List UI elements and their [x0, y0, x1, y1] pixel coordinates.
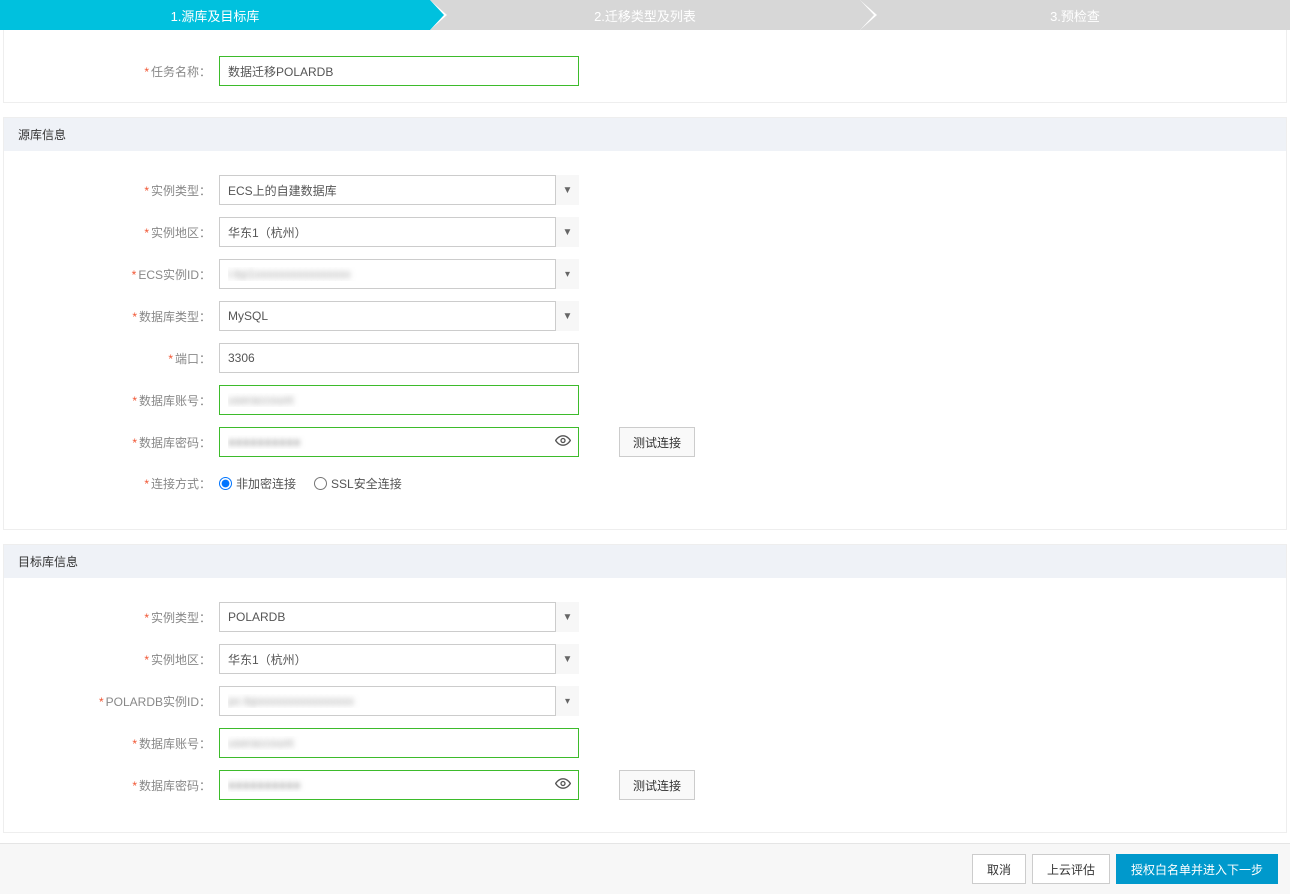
source-region-label: *实例地区： — [4, 224, 219, 241]
step-3[interactable]: 3.预检查 — [860, 0, 1290, 30]
target-polardb-id-label: *POLARDB实例ID： — [4, 693, 219, 710]
source-section-header: 源库信息 — [3, 117, 1287, 151]
target-test-connection-button[interactable]: 测试连接 — [619, 770, 695, 800]
target-polardb-id-select[interactable] — [219, 686, 579, 716]
source-password-label: *数据库密码： — [4, 434, 219, 451]
conn-mode-ssl-radio[interactable] — [314, 477, 327, 490]
source-instance-type-label: *实例类型： — [4, 182, 219, 199]
source-port-label: *端口： — [4, 350, 219, 367]
step-1[interactable]: 1.源库及目标库 — [0, 0, 430, 30]
source-password-input[interactable] — [219, 427, 579, 457]
target-account-label: *数据库账号： — [4, 735, 219, 752]
source-region-select[interactable] — [219, 217, 579, 247]
target-region-label: *实例地区： — [4, 651, 219, 668]
target-section-header: 目标库信息 — [3, 544, 1287, 578]
conn-mode-ssl[interactable]: SSL安全连接 — [314, 475, 402, 492]
cancel-button[interactable]: 取消 — [972, 854, 1026, 884]
source-port-input[interactable] — [219, 343, 579, 373]
eye-icon[interactable] — [555, 433, 571, 452]
target-password-label: *数据库密码： — [4, 777, 219, 794]
cloud-evaluate-button[interactable]: 上云评估 — [1032, 854, 1110, 884]
source-ecs-id-label: *ECS实例ID： — [4, 266, 219, 283]
source-account-label: *数据库账号： — [4, 392, 219, 409]
source-ecs-id-select[interactable] — [219, 259, 579, 289]
target-instance-type-label: *实例类型： — [4, 609, 219, 626]
target-account-input[interactable] — [219, 728, 579, 758]
target-password-input[interactable] — [219, 770, 579, 800]
task-name-input[interactable] — [219, 56, 579, 86]
source-test-connection-button[interactable]: 测试连接 — [619, 427, 695, 457]
target-region-select[interactable] — [219, 644, 579, 674]
authorize-next-button[interactable]: 授权白名单并进入下一步 — [1116, 854, 1278, 884]
source-account-input[interactable] — [219, 385, 579, 415]
wizard-stepper: 1.源库及目标库 2.迁移类型及列表 3.预检查 — [0, 0, 1290, 30]
conn-mode-plain[interactable]: 非加密连接 — [219, 475, 296, 492]
source-instance-type-select[interactable] — [219, 175, 579, 205]
conn-mode-ssl-label: SSL安全连接 — [331, 475, 402, 492]
source-db-type-label: *数据库类型： — [4, 308, 219, 325]
conn-mode-plain-radio[interactable] — [219, 477, 232, 490]
conn-mode-plain-label: 非加密连接 — [236, 475, 296, 492]
step-2[interactable]: 2.迁移类型及列表 — [430, 0, 860, 30]
eye-icon[interactable] — [555, 776, 571, 795]
source-db-type-select[interactable] — [219, 301, 579, 331]
target-instance-type-select[interactable] — [219, 602, 579, 632]
task-name-label: *任务名称： — [4, 63, 219, 80]
source-conn-mode-label: *连接方式： — [4, 475, 219, 492]
footer-bar: 取消 上云评估 授权白名单并进入下一步 — [0, 843, 1290, 894]
